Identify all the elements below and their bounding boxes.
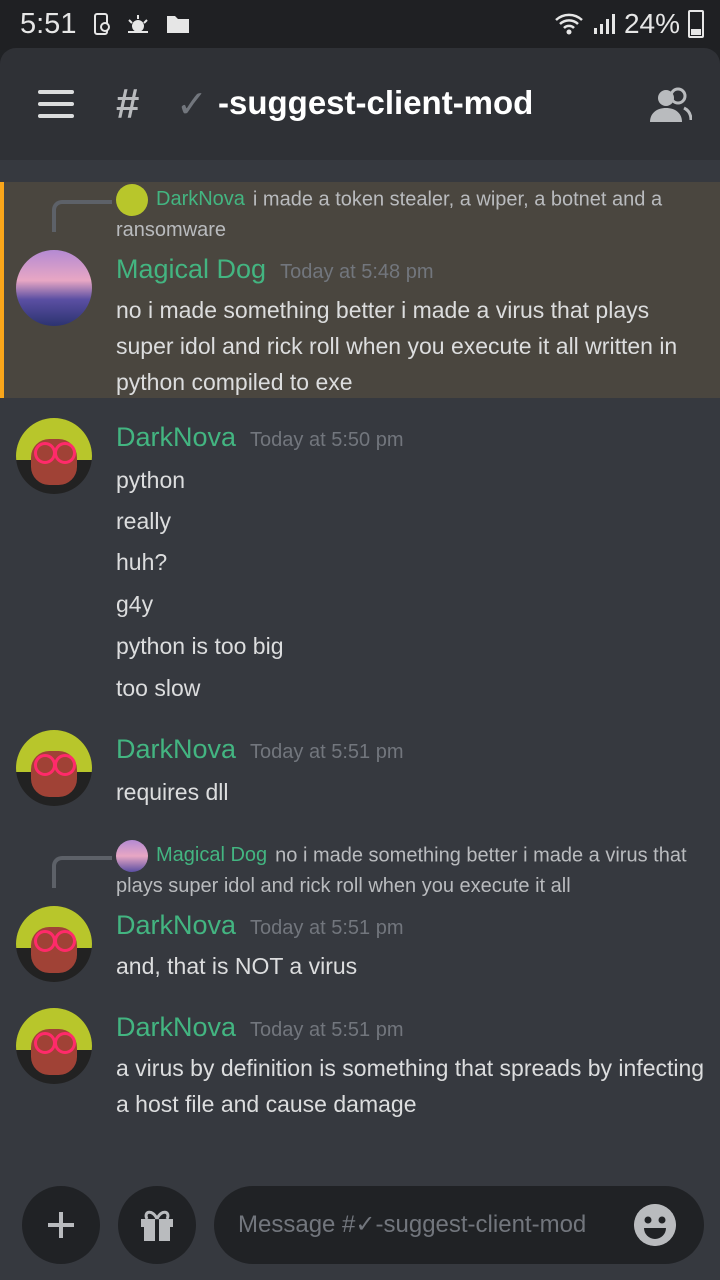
message-text: requires dll <box>116 779 229 805</box>
message-header: DarkNova Today at 5:51 pm <box>116 1012 403 1043</box>
message-text: no i made something better i made a viru… <box>116 297 678 395</box>
members-icon[interactable] <box>648 86 692 126</box>
reply-avatar <box>116 184 148 216</box>
message-list[interactable]: DarkNova i made a token stealer, a wiper,… <box>0 160 720 1170</box>
message-header: DarkNova Today at 5:51 pm <box>116 910 403 941</box>
timestamp: Today at 5:48 pm <box>280 261 434 283</box>
status-time: 5:51 <box>20 8 77 40</box>
message-header: Magical Dog Today at 5:48 pm <box>116 254 434 285</box>
add-attachment-button[interactable] <box>22 1186 100 1264</box>
avatar[interactable] <box>16 250 92 326</box>
channel-header: # ✓ -suggest-client-mod <box>0 48 720 160</box>
gift-icon <box>141 1210 173 1241</box>
status-bar: 5:51 24% <box>0 0 720 50</box>
username[interactable]: DarkNova <box>116 734 236 765</box>
timestamp: Today at 5:50 pm <box>250 429 404 451</box>
folder-icon <box>167 16 189 33</box>
username[interactable]: DarkNova <box>116 422 236 453</box>
channel-check-icon: ✓ <box>176 84 208 126</box>
gift-button[interactable] <box>118 1186 196 1264</box>
emoji-icon[interactable] <box>634 1204 676 1246</box>
battery-percent: 24% <box>623 8 680 39</box>
avatar[interactable] <box>16 1008 92 1084</box>
avatar[interactable] <box>16 906 92 982</box>
battery-icon <box>688 10 704 38</box>
timestamp: Today at 5:51 pm <box>250 741 404 763</box>
status-notification-icons <box>93 12 191 36</box>
status-system-icons: 24% <box>554 8 704 40</box>
weather-icon <box>128 15 148 33</box>
signal-icon <box>593 14 615 34</box>
message-placeholder: Message #✓-suggest-client-mod <box>238 1211 587 1238</box>
username[interactable]: DarkNova <box>116 1012 236 1043</box>
message-text: g4y <box>116 591 154 617</box>
message-text: python is too big <box>116 633 284 659</box>
message-header: DarkNova Today at 5:51 pm <box>116 734 403 765</box>
reply-connector <box>52 200 112 232</box>
timestamp: Today at 5:51 pm <box>250 1019 404 1041</box>
message-text: too slow <box>116 675 201 701</box>
plus-icon <box>48 1212 74 1238</box>
hashtag-lock-icon: # <box>116 80 140 127</box>
message-input[interactable]: Message #✓-suggest-client-mod <box>214 1186 704 1264</box>
reply-author[interactable]: DarkNova <box>156 188 245 210</box>
message-text: a virus by definition is something that … <box>116 1055 705 1117</box>
reply-avatar <box>116 840 148 872</box>
menu-icon[interactable] <box>38 90 74 118</box>
reply-connector <box>52 856 112 888</box>
reply-author[interactable]: Magical Dog <box>156 844 267 866</box>
wifi-icon <box>555 13 583 35</box>
message-header: DarkNova Today at 5:50 pm <box>116 422 403 453</box>
message-text: python <box>116 467 186 493</box>
message-composer: Message #✓-suggest-client-mod <box>0 1172 720 1280</box>
message-text: huh? <box>116 549 168 575</box>
message-text: and, that is NOT a virus <box>116 953 358 979</box>
timestamp: Today at 5:51 pm <box>250 917 404 939</box>
reply-preview[interactable]: Magical Dog no i made something better i … <box>116 840 696 901</box>
message-text: really <box>116 508 171 534</box>
reply-preview[interactable]: DarkNova i made a token stealer, a wiper,… <box>116 184 696 245</box>
avatar[interactable] <box>16 730 92 806</box>
username[interactable]: DarkNova <box>116 910 236 941</box>
username[interactable]: Magical Dog <box>116 254 266 285</box>
phone-settings-icon <box>94 13 110 35</box>
avatar[interactable] <box>16 418 92 494</box>
channel-title[interactable]: -suggest-client-mod <box>218 84 533 122</box>
